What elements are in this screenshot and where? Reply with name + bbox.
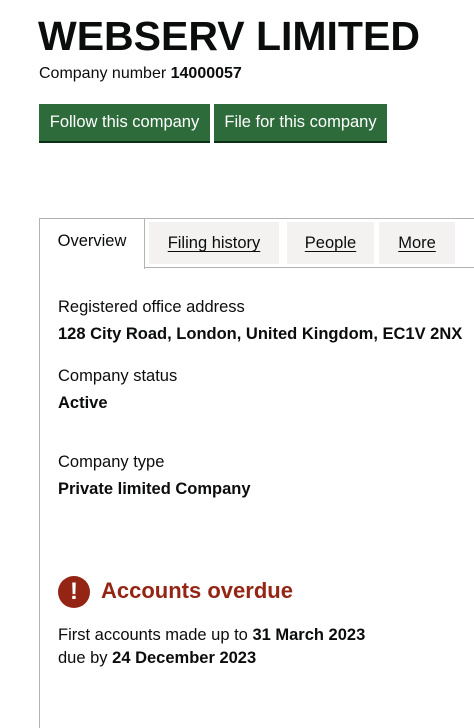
- tab-people-label: People: [304, 234, 357, 252]
- accounts-due-line: due by 24 December 2023: [58, 648, 256, 668]
- company-number-label: Company number: [39, 65, 167, 82]
- company-number-value: 14000057: [170, 65, 242, 82]
- tab-more[interactable]: More: [379, 222, 455, 264]
- tab-filing-history-label: Filing history: [167, 234, 261, 252]
- company-status-value: Active: [58, 394, 108, 412]
- first-accounts-date: 31 March 2023: [252, 626, 366, 644]
- company-name-heading: WEBSERV LIMITED: [38, 13, 420, 59]
- company-number: Company number 14000057: [39, 64, 242, 84]
- tabs-divider: [144, 267, 474, 268]
- warning-icon: !: [58, 576, 90, 608]
- tab-more-label: More: [398, 234, 436, 252]
- tab-people[interactable]: People: [287, 222, 374, 264]
- tab-filing-history[interactable]: Filing history: [149, 222, 279, 264]
- accounts-due-date: 24 December 2023: [112, 649, 257, 667]
- company-type-value: Private limited Company: [58, 480, 251, 498]
- registered-office-value: 128 City Road, London, United Kingdom, E…: [58, 325, 463, 343]
- accounts-overdue-heading: Accounts overdue: [101, 578, 293, 603]
- tab-overview[interactable]: Overview: [40, 219, 145, 269]
- first-accounts-text: First accounts made up to: [58, 626, 248, 644]
- follow-company-button[interactable]: Follow this company: [39, 104, 210, 141]
- tab-overview-label: Overview: [57, 232, 127, 250]
- accounts-due-text: due by: [58, 649, 108, 667]
- company-status-label: Company status: [58, 367, 178, 385]
- company-type-label: Company type: [58, 453, 165, 471]
- first-accounts-line: First accounts made up to 31 March 2023: [58, 625, 365, 645]
- registered-office-label: Registered office address: [58, 298, 245, 316]
- file-for-company-button[interactable]: File for this company: [214, 104, 387, 141]
